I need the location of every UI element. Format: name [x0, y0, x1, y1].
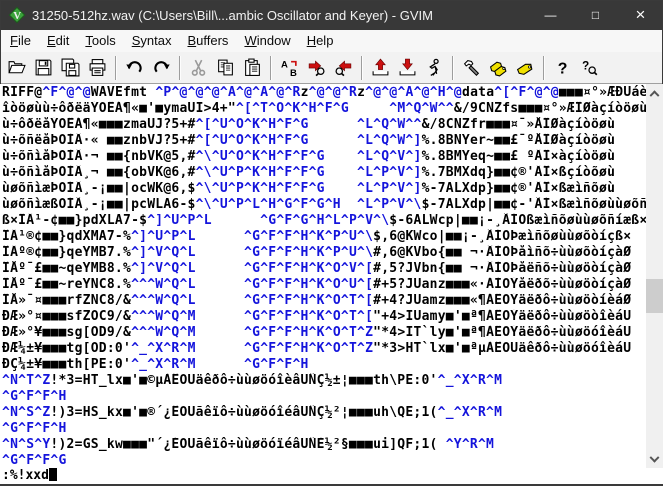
editor-row: ù÷ôðëåÝÕËÁ¶«■■■zmaUJ?5+#^[^U^O^K^H^F^G ^…	[2, 117, 616, 132]
minimize-button[interactable]: —	[528, 0, 573, 30]
close-button[interactable]: ×	[618, 0, 663, 30]
vim-logo-icon: V	[8, 6, 26, 24]
find-next-icon[interactable]	[303, 55, 330, 81]
editor-row: ù÷õñìåÞÖÌÂ·¬ ■■{nbVK@5,#^\^U^O^K^H^F^F^G…	[2, 149, 616, 164]
titlebar[interactable]: V 31250-512hz.wav (C:\Users\Bill\...ambi…	[0, 0, 663, 30]
menu-item-tools[interactable]: Tools	[77, 30, 123, 52]
command-line[interactable]: :%!xxd	[0, 468, 663, 484]
find-prev-icon[interactable]	[330, 55, 357, 81]
scrollbar[interactable]	[646, 84, 663, 469]
editor-row: ùøõñìæÞÖÍÂ¸-¡■■|ocWK@6,$^\^U^P^K^H^F^F^G…	[2, 181, 616, 196]
scrollbar-down-button[interactable]	[646, 452, 663, 469]
gvim-window: V 31250-512hz.wav (C:\Users\Bill\...ambi…	[0, 0, 663, 486]
toolbar-separator	[179, 55, 181, 80]
load-session-icon[interactable]	[367, 55, 394, 81]
editor-row: ÎÄ¹®¢■■}qdXMA7-%^]^U^P^L ^G^F^F^H^K^P^U^…	[2, 229, 632, 244]
scrollbar-thumb[interactable]	[646, 279, 663, 313]
build-tags-icon[interactable]	[485, 55, 512, 81]
editor-row: ÐÆ»°¥■■■sg[OD9/&^^^W^Q^M ^G^F^F^H^K^O^T^…	[2, 325, 632, 340]
editor-row: ÐÆ¼±¥■■■tg[OD:0'^_^X^R^M ^G^F^F^H^K^O^T^…	[2, 341, 632, 356]
save-session-icon[interactable]	[394, 55, 421, 81]
scrollbar-up-button[interactable]	[646, 84, 663, 101]
editor[interactable]: RIFF@^F^@^@WAVEfmt ^P^@^@^@^A^@^A^@^Rz^@…	[0, 84, 663, 484]
toolbar: A B??	[0, 52, 663, 84]
svg-text:?: ?	[582, 60, 589, 73]
editor-row: ùøõñìæßÖÍÃ¸-¡■■|pcWLA6-$^\^U^P^L^H^G^F^G…	[2, 197, 646, 212]
menu-item-buffers[interactable]: Buffers	[179, 30, 236, 52]
toolbar-separator	[543, 55, 545, 80]
find-help-icon[interactable]: ?	[576, 55, 603, 81]
paste-icon[interactable]	[239, 55, 266, 81]
editor-row: ^G^F^F^G	[2, 453, 67, 468]
editor-row: ÎÄº®¢■■}qeYMB7.%^]^V^Q^L ^G^F^F^H^K^P^U^…	[2, 245, 632, 260]
toolbar-separator	[452, 55, 454, 80]
copy-icon[interactable]	[212, 55, 239, 81]
toolbar-separator	[361, 55, 363, 80]
menu-item-window[interactable]: Window	[236, 30, 298, 52]
chevron-up-icon	[649, 90, 660, 101]
save-all-icon[interactable]	[57, 55, 84, 81]
editor-row: RIFF@^F^@^@WAVEfmt ^P^@^@^@^A^@^A^@^Rz^@…	[2, 85, 646, 100]
editor-row: ù÷õñëåÞÕÌÂ·« ■■znbVJ?5+#^[^U^O^K^H^F^G ^…	[2, 133, 616, 148]
menu-item-syntax[interactable]: Syntax	[124, 30, 180, 52]
jump-tag-icon[interactable]	[512, 55, 539, 81]
find-replace-icon[interactable]: AB	[276, 55, 303, 81]
menu-item-help[interactable]: Help	[299, 30, 342, 52]
save-icon[interactable]	[30, 55, 57, 81]
open-icon[interactable]	[3, 55, 30, 81]
editor-row: ÐÇ¼±¥■■■th[PE:0'^_^X^R^M ^G^F^F^H	[2, 357, 309, 372]
chevron-down-icon	[649, 452, 660, 463]
window-title: 31250-512hz.wav (C:\Users\Bill\...ambic …	[32, 7, 433, 23]
menu-item-edit[interactable]: Edit	[39, 30, 77, 52]
svg-text:V: V	[13, 10, 21, 22]
redo-icon[interactable]	[148, 55, 175, 81]
print-icon[interactable]	[84, 55, 111, 81]
editor-row: ^N^T^Z!*3=HT_lx■'■©µÀÊÓÜäêðô÷ùùøöóîèâÚÑÇ…	[2, 373, 503, 388]
editor-row: ÏÅº¯£■■~reYNC8.%^^^W^Q^L ^G^F^F^H^K^O^U^…	[2, 277, 632, 292]
maximize-button[interactable]: □	[573, 0, 618, 30]
editor-row: ÏÅ»¯¤■■■rfZNC8/&^^^W^Q^L ^G^F^F^H^K^O^T^…	[2, 293, 632, 308]
editor-row: ^G^F^F^H	[2, 421, 67, 436]
editor-text[interactable]: RIFF@^F^@^@WAVEfmt ^P^@^@^@^A^@^A^@^Rz^@…	[0, 84, 646, 484]
help-icon[interactable]: ?	[549, 55, 576, 81]
menu-item-file[interactable]: File	[2, 30, 39, 52]
svg-text:?: ?	[558, 60, 568, 77]
editor-row: îòöøùù÷ôðëäÝÔËÁ¶«■'■ymaUI>4+"^[^T^O^K^H^…	[2, 101, 646, 116]
editor-row: ^N^S^Z!)3=HS_kx■'■®´¿ÊÓÜãêïô÷ùùøöóîéâÚÑÇ…	[2, 405, 503, 420]
make-icon[interactable]	[458, 55, 485, 81]
editor-row: ÎÅº¯£■■~qeYMB8.%^]^V^Q^L ^G^F^F^H^K^O^V^…	[2, 261, 632, 276]
toolbar-separator	[115, 55, 117, 80]
cut-icon[interactable]	[185, 55, 212, 81]
editor-row: ù÷õñìåÞÖÌÂ¸¬ ■■{obVK@6,#^\^U^P^K^H^F^F^G…	[2, 165, 616, 180]
editor-row: ß×ÏÄ¹-¢■■}pdXLA7-$^]^U^P^L ^G^F^G^H^L^P^…	[2, 213, 646, 228]
command-line-text: :%!xxd	[2, 468, 49, 483]
menubar: File Edit Tools Syntax Buffers Window Help	[0, 30, 663, 52]
editor-row: ^N^S^Y!)2=GS_kw■■■"´¿ÉÓÛãêïô÷ùùøöóïéâÚÑÈ…	[2, 437, 495, 452]
run-script-icon[interactable]	[421, 55, 448, 81]
undo-icon[interactable]	[121, 55, 148, 81]
text-cursor	[48, 468, 57, 481]
svg-text:A: A	[281, 60, 288, 71]
toolbar-separator	[270, 55, 272, 80]
svg-text:B: B	[290, 68, 297, 77]
editor-row: ÐÆ»°¤■■■sfZOC9/&^^^W^Q^M ^G^F^F^H^K^O^T^…	[2, 309, 632, 324]
editor-row: ^G^F^F^H	[2, 389, 67, 404]
